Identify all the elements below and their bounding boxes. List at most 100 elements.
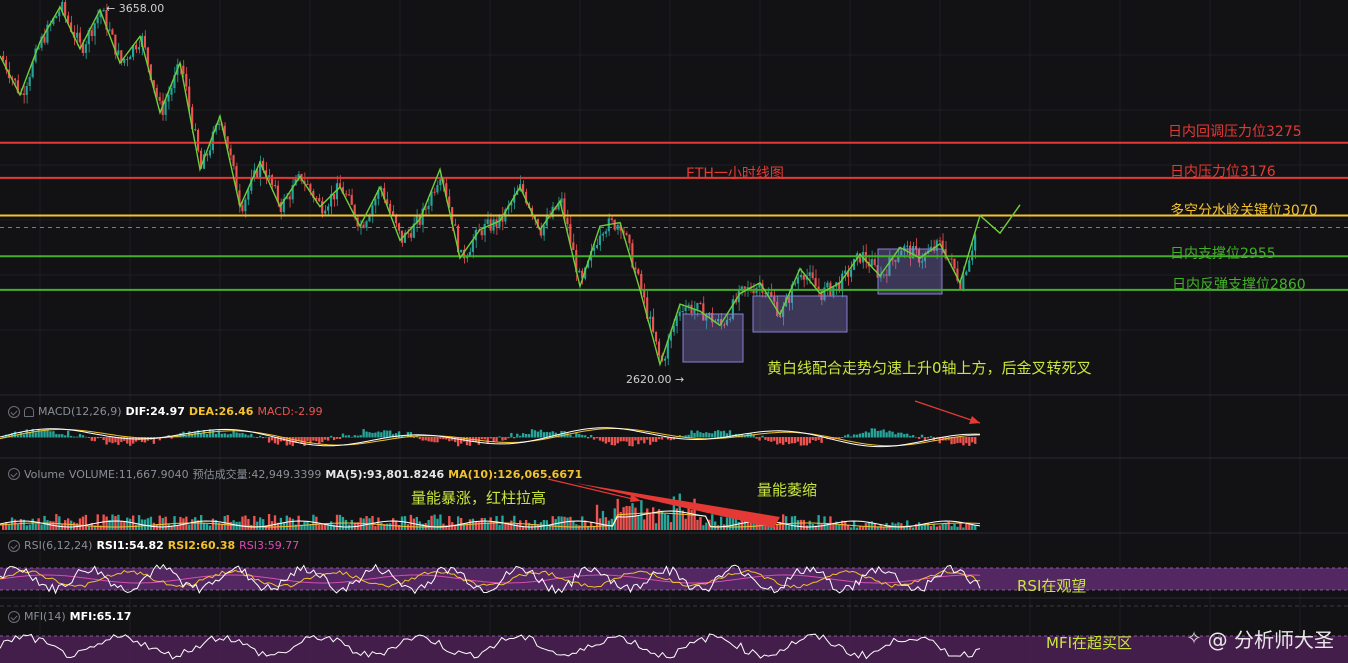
macd-histogram-bar (96, 437, 99, 439)
candle-body (365, 221, 368, 228)
macd-histogram-bar (640, 437, 643, 441)
candle-body (137, 47, 141, 50)
level-label-3275: 日内回调压力位3275 (1168, 124, 1302, 140)
volume-bar (427, 519, 430, 530)
volume-bar (247, 518, 250, 530)
macd-histogram-bar (906, 433, 909, 438)
candle-body (767, 291, 770, 294)
rsi2-value: RSI2:60.38 (167, 539, 236, 552)
candle-body (182, 65, 185, 74)
macd-histogram-bar (433, 437, 436, 443)
candle-body (811, 272, 814, 279)
volume-bar (403, 516, 407, 530)
volume-bar (725, 517, 729, 530)
volume-bar (776, 524, 779, 530)
macd-histogram-bar (427, 437, 430, 442)
candle-body (344, 193, 347, 195)
candle-body (117, 50, 120, 55)
macd-histogram-bar (43, 429, 46, 438)
macd-histogram-bar (315, 437, 318, 442)
volume-bar (808, 520, 811, 530)
macd-histogram-bar (584, 435, 587, 438)
volume-bar (297, 515, 300, 530)
macd-histogram-bar (335, 437, 339, 439)
eye-icon[interactable] (8, 539, 20, 552)
candle-body (197, 129, 200, 151)
volume-bar (728, 516, 732, 530)
volume-bar (962, 527, 965, 530)
candle-body (28, 77, 31, 86)
macd-histogram-bar (722, 430, 726, 438)
volume-bar (622, 507, 625, 530)
candle-body (953, 258, 956, 269)
macd-histogram-bar (126, 437, 129, 444)
macd-histogram-bar (67, 430, 70, 438)
macd-histogram-bar (397, 431, 401, 438)
macd-histogram-bar (649, 437, 652, 445)
macd-histogram-bar (489, 437, 492, 439)
volume-bar (394, 520, 398, 530)
macd-histogram-bar (347, 435, 351, 438)
chart-root: { "chart_data": [ { "type": "candlestick… (0, 0, 1348, 663)
candle-body (194, 129, 197, 131)
volume-bar (519, 520, 522, 530)
macd-arrow-head (969, 416, 980, 424)
volume-bar (504, 523, 507, 530)
candle-body (78, 32, 81, 43)
candle-body (595, 245, 599, 248)
candle-body (188, 86, 191, 108)
candle-body (13, 78, 16, 81)
rsi-annotation: RSI在观望 (1017, 577, 1087, 595)
eye-icon[interactable] (8, 610, 20, 623)
candle-body (492, 219, 495, 231)
volume-bar (705, 522, 708, 530)
macd-histogram-bar (914, 436, 918, 438)
macd-histogram-bar (699, 432, 702, 438)
macd-histogram-bar (312, 437, 315, 441)
macd-histogram-bar (929, 436, 933, 438)
candle-body (802, 275, 805, 280)
volume-bar (867, 521, 871, 530)
candle-body (634, 267, 637, 270)
bell-icon[interactable] (24, 406, 34, 417)
macd-histogram-bar (374, 432, 377, 438)
macd-histogram-bar (923, 437, 927, 441)
candle-body (906, 245, 909, 247)
volume-bar (660, 510, 664, 530)
macd-histogram-bar (897, 432, 900, 438)
macd-histogram-bar (820, 437, 823, 443)
candle-body (649, 316, 652, 320)
candle-body (170, 88, 173, 95)
macd-histogram-bar (971, 437, 974, 443)
macd-histogram-bar (888, 430, 891, 438)
macd-histogram-bar (581, 434, 584, 438)
macd-histogram-bar (223, 433, 226, 438)
volume-bar (953, 523, 956, 530)
volume-bar (604, 517, 608, 530)
eye-icon[interactable] (8, 468, 20, 480)
volume-bar (226, 514, 229, 530)
candle-body (108, 29, 111, 31)
candle-body (84, 44, 87, 53)
volume-bar (123, 521, 126, 530)
candle-body (598, 235, 601, 246)
macd-histogram-bar (412, 437, 416, 438)
rsi3-value: RSI3:59.77 (239, 539, 300, 552)
macd-histogram-bar (477, 437, 481, 445)
macd-histogram-bar (814, 437, 817, 441)
watermark: ✧ @ 分析师大圣 (1187, 624, 1334, 653)
macd-histogram-bar (483, 437, 486, 440)
candle-body (454, 224, 457, 226)
candle-body (208, 150, 211, 156)
eye-icon[interactable] (8, 405, 20, 418)
candle-body (654, 331, 658, 342)
macd-annotation: 黄白线配合走势匀速上升0轴上方，后金叉转死叉 (767, 359, 1092, 377)
volume-bar (365, 516, 368, 530)
volume-bar (796, 520, 800, 530)
candle-body (244, 199, 247, 212)
volume-bar (805, 525, 808, 530)
candle-body (873, 259, 876, 266)
candle-body (427, 205, 430, 210)
macd-histogram-bar (604, 437, 608, 444)
candle-body (572, 242, 575, 251)
